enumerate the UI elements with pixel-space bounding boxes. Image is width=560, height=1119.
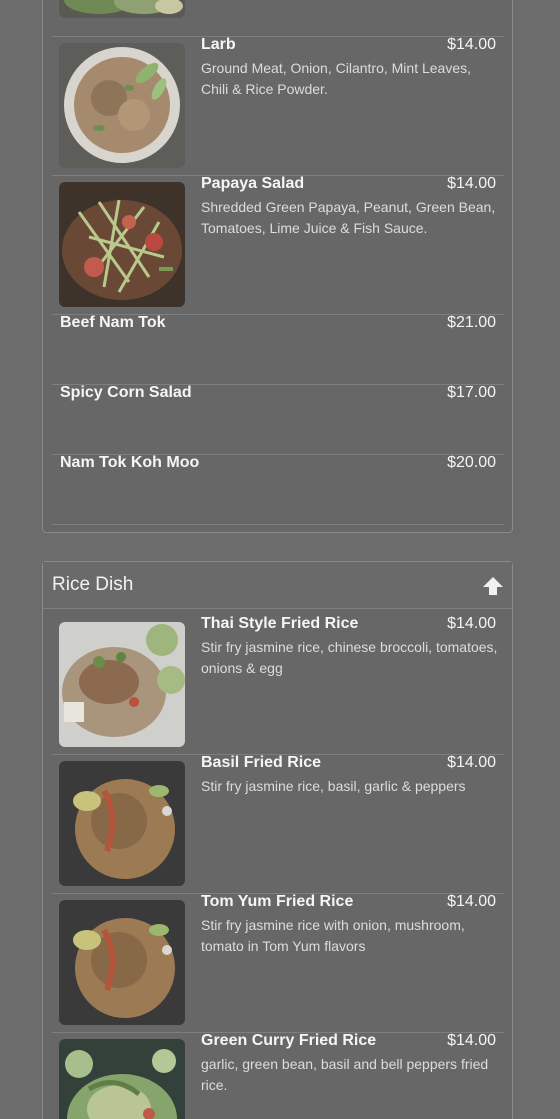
section-header: Rice Dish	[43, 562, 512, 609]
dish-image	[59, 622, 185, 747]
menu-item[interactable]	[52, 0, 504, 37]
dish-image	[59, 182, 185, 307]
item-price: $17.00	[447, 384, 496, 401]
menu-item[interactable]: Papaya Salad $14.00 Shredded Green Papay…	[52, 175, 504, 315]
item-name: Spicy Corn Salad	[60, 384, 192, 401]
dish-image	[59, 0, 185, 18]
item-name: Beef Nam Tok	[60, 314, 166, 331]
menu-item[interactable]: Thai Style Fried Rice $14.00 Stir fry ja…	[52, 615, 504, 755]
item-price: $14.00	[447, 36, 496, 53]
arrow-up-icon[interactable]	[482, 576, 504, 596]
menu-item[interactable]: Nam Tok Koh Moo $20.00	[52, 454, 504, 525]
item-price: $21.00	[447, 314, 496, 331]
dish-image	[59, 900, 185, 1025]
item-name: Thai Style Fried Rice	[201, 615, 359, 632]
salad-section: Larb $14.00 Ground Meat, Onion, Cilantro…	[42, 0, 513, 533]
dish-image	[59, 43, 185, 168]
item-name: Nam Tok Koh Moo	[60, 454, 200, 471]
item-description: Shredded Green Papaya, Peanut, Green Bea…	[201, 199, 496, 236]
menu-item[interactable]: Green Curry Fried Rice $14.00 garlic, gr…	[52, 1032, 504, 1119]
menu-item[interactable]: Larb $14.00 Ground Meat, Onion, Cilantro…	[52, 36, 504, 176]
item-price: $20.00	[447, 454, 496, 471]
dish-image	[59, 1039, 185, 1119]
item-price: $14.00	[447, 754, 496, 771]
item-price: $14.00	[447, 893, 496, 910]
menu-item[interactable]: Tom Yum Fried Rice $14.00 Stir fry jasmi…	[52, 893, 504, 1033]
item-description: Ground Meat, Onion, Cilantro, Mint Leave…	[201, 60, 472, 97]
item-price: $14.00	[447, 615, 496, 632]
item-description: Stir fry jasmine rice, basil, garlic & p…	[201, 778, 466, 794]
menu-item[interactable]: Basil Fried Rice $14.00 Stir fry jasmine…	[52, 754, 504, 894]
item-description: Stir fry jasmine rice, chinese broccoli,…	[201, 639, 498, 676]
section-title: Rice Dish	[52, 574, 134, 595]
item-price: $14.00	[447, 175, 496, 192]
item-description: garlic, green bean, basil and bell peppe…	[201, 1056, 489, 1093]
item-price: $14.00	[447, 1032, 496, 1049]
item-name: Tom Yum Fried Rice	[201, 893, 354, 910]
menu-item[interactable]: Beef Nam Tok $21.00	[52, 314, 504, 385]
item-name: Papaya Salad	[201, 175, 305, 192]
item-description: Stir fry jasmine rice with onion, mushro…	[201, 917, 465, 954]
rice-dish-section: Rice Dish Thai Style Fried Rice $14.00 S…	[42, 561, 513, 1119]
item-name: Basil Fried Rice	[201, 754, 322, 771]
dish-image	[59, 761, 185, 886]
menu-item[interactable]: Spicy Corn Salad $17.00	[52, 384, 504, 455]
item-name: Larb	[201, 36, 236, 53]
item-name: Green Curry Fried Rice	[201, 1032, 377, 1049]
